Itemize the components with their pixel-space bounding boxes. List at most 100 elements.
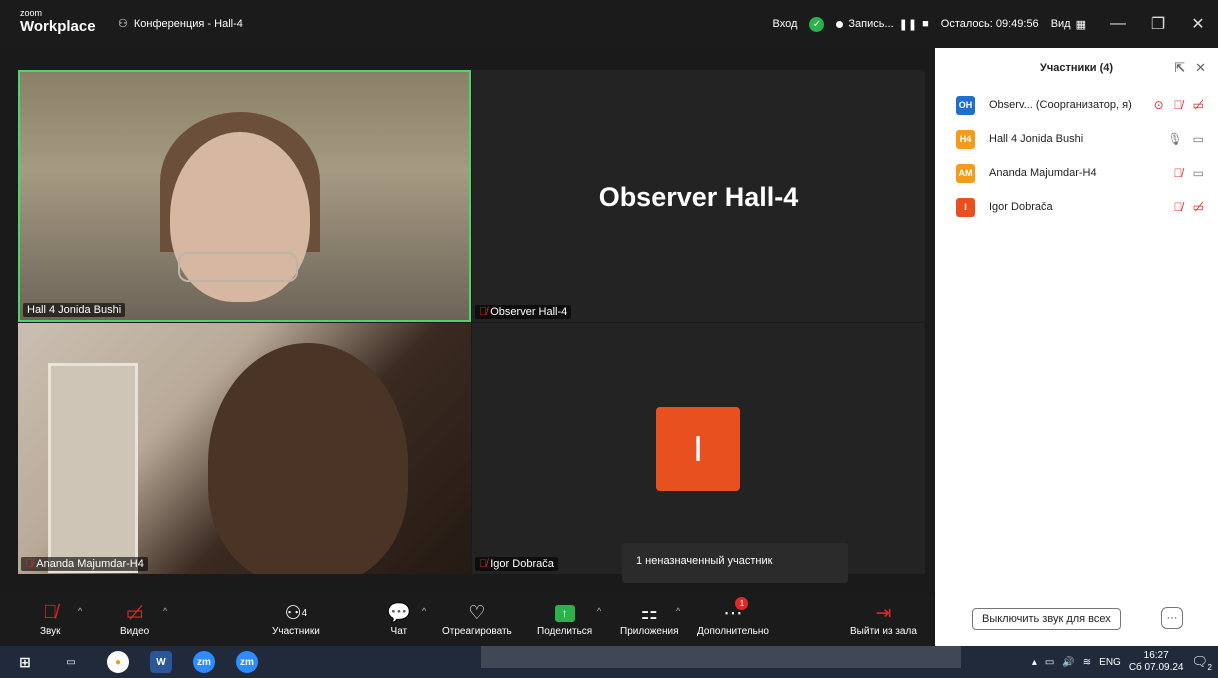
volume-icon[interactable]: 🔊 <box>1062 657 1074 668</box>
mic-muted-icon[interactable]: 🎙̸ <box>1174 166 1183 180</box>
video-icon[interactable]: ▭ <box>1193 132 1204 146</box>
unassigned-tooltip: 1 неназначенный участник <box>622 543 848 583</box>
tile-name-label: 🎙̸ Ananda Majumdar-H4 <box>21 557 148 571</box>
clock-time: 16:27 <box>1143 650 1169 661</box>
audio-options-chevron-icon[interactable]: ^ <box>78 606 82 616</box>
video-tile-jonida[interactable]: Hall 4 Jonida Bushi <box>18 70 471 322</box>
react-button[interactable]: ♡ Отреагировать <box>442 600 512 638</box>
breakout-room-icon: ⚇ <box>118 18 128 30</box>
participant-name: Observ... (Соорганизатор, я) <box>989 99 1132 111</box>
participants-icon: ⚇ 4 <box>284 602 308 624</box>
participant-row[interactable]: OH Observ... (Соорганизатор, я) ⊙ 🎙̸ ▭̸ <box>935 88 1218 122</box>
word-icon[interactable]: W <box>150 651 172 673</box>
video-off-icon[interactable]: ▭̸ <box>1193 200 1204 214</box>
mic-muted-icon[interactable]: 🎙̸ <box>1174 200 1183 214</box>
participants-button[interactable]: ⚇ 4 Участники <box>272 600 320 638</box>
tile-name-text: Observer Hall-4 <box>490 306 568 318</box>
mic-muted-icon: 🎙̸ <box>479 306 488 318</box>
video-options-chevron-icon[interactable]: ^ <box>163 606 167 616</box>
participant-avatar: OH <box>956 95 975 115</box>
mic-muted-icon[interactable]: 🎙̸ <box>1174 98 1183 112</box>
chat-button[interactable]: 💬 Чат <box>387 600 411 637</box>
record-icon: ⊙ <box>1153 98 1164 112</box>
zoom-taskbar-icon[interactable]: zm <box>193 651 215 673</box>
leave-label: Выйти из зала <box>850 626 917 637</box>
chat-label: Чат <box>390 626 408 637</box>
minimize-button[interactable]: — <box>1098 0 1138 48</box>
time-left: Осталось: 09:49:56 <box>941 18 1039 30</box>
participants-title: Участники (4) <box>1039 62 1114 74</box>
video-gallery: Hall 4 Jonida Bushi Observer Hall-4 🎙̸ O… <box>0 48 935 594</box>
apps-options-chevron-icon[interactable]: ^ <box>676 606 680 616</box>
task-view-icon[interactable]: ▭ <box>60 651 82 673</box>
participants-header: Участники (4) ⇱ ✕ <box>935 48 1218 88</box>
zoom-app-window: zoom Workplace ⚇ Конференция - Hall-4 Вх… <box>0 0 1218 678</box>
clock[interactable]: 16:27 Сб 07.09.24 <box>1129 650 1184 674</box>
participant-name: Ananda Majumdar-H4 <box>989 167 1097 179</box>
chat-options-chevron-icon[interactable]: ^ <box>422 606 426 616</box>
participant-avatar: H4 <box>956 129 975 149</box>
network-icon[interactable]: ▭ <box>1045 657 1054 668</box>
titlebar-right: Вход ✓ Запись... ❚❚ ■ Осталось: 09:49:56… <box>773 0 1218 48</box>
tile-name-label: 🎙̸ Observer Hall-4 <box>475 305 572 319</box>
tray-chevron-icon[interactable]: ▴ <box>1032 657 1037 668</box>
participant-row[interactable]: I Igor Dobrača 🎙̸ ▭̸ <box>935 190 1218 224</box>
login-button[interactable]: Вход <box>773 18 798 30</box>
clock-date: Сб 07.09.24 <box>1128 662 1184 673</box>
stop-icon[interactable]: ■ <box>922 18 929 30</box>
security-shield-icon[interactable]: ✓ <box>809 16 825 32</box>
participant-face <box>208 343 408 574</box>
more-icon: ⋯ 1 <box>723 597 749 626</box>
more-options-button[interactable]: ··· <box>1161 607 1183 629</box>
time-left-text: Осталось: 09:49:56 <box>940 18 1039 30</box>
popout-icon[interactable]: ⇱ <box>1174 60 1185 76</box>
share-button[interactable]: ↑ Поделиться <box>537 600 592 637</box>
participant-row[interactable]: AM Ananda Majumdar-H4 🎙̸ ▭ <box>935 156 1218 190</box>
participants-label: Участники <box>272 626 320 637</box>
zoom-taskbar-icon-2[interactable]: zm <box>236 651 258 673</box>
restore-button[interactable]: ❐ <box>1138 0 1178 48</box>
participants-panel: Участники (4) ⇱ ✕ OH Observ... (Сооргани… <box>935 48 1218 646</box>
apps-button[interactable]: ⚏ Приложения <box>620 600 679 638</box>
share-screen-icon: ↑ <box>554 604 575 622</box>
participant-name: Igor Dobrača <box>989 201 1053 213</box>
share-label: Поделиться <box>537 626 593 637</box>
view-button[interactable]: Вид ▦ <box>1051 18 1086 31</box>
observer-display-name: Observer Hall-4 <box>598 182 799 212</box>
participant-row[interactable]: H4 Hall 4 Jonida Bushi 🎙 ▭ <box>935 122 1218 156</box>
system-tray: ▴ ▭ 🔊 ≋ ENG 16:27 Сб 07.09.24 🗨 2 <box>1032 646 1212 678</box>
close-button[interactable]: ✕ <box>1178 0 1218 48</box>
share-options-chevron-icon[interactable]: ^ <box>597 606 601 616</box>
video-tile-observer[interactable]: Observer Hall-4 🎙̸ Observer Hall-4 <box>472 70 925 322</box>
react-label: Отреагировать <box>442 626 512 637</box>
video-tile-ananda[interactable]: 🎙̸ Ananda Majumdar-H4 <box>18 323 471 574</box>
record-dot-icon <box>836 20 844 28</box>
video-tile-igor[interactable]: I 🎙̸ Igor Dobrača <box>472 323 925 574</box>
more-button[interactable]: ⋯ 1 Дополнительно <box>697 597 769 637</box>
windows-start-icon[interactable]: ⊞ <box>14 651 36 673</box>
participant-avatar: AM <box>956 163 975 183</box>
chrome-icon[interactable]: ● <box>107 651 129 673</box>
chat-icon: 💬 <box>387 603 411 624</box>
taskbar-search-area[interactable] <box>481 646 961 668</box>
video-icon[interactable]: ▭ <box>1193 166 1204 180</box>
audio-button[interactable]: 🎙̸ Звук <box>40 600 61 637</box>
mute-all-button[interactable]: Выключить звук для всех <box>972 608 1121 630</box>
wifi-icon[interactable]: ≋ <box>1083 657 1091 668</box>
mic-icon[interactable]: 🎙 <box>1167 132 1182 146</box>
pause-icon[interactable]: ❚❚ <box>899 18 917 31</box>
participant-avatar: I <box>656 407 740 491</box>
view-label: Вид <box>1050 18 1071 30</box>
logo-big-text: Workplace <box>20 18 96 35</box>
close-panel-icon[interactable]: ✕ <box>1195 60 1206 76</box>
notifications-icon[interactable]: 🗨 2 <box>1191 654 1212 672</box>
leave-room-button[interactable]: ⇥ Выйти из зала <box>850 600 917 638</box>
language-indicator[interactable]: ENG <box>1099 657 1121 668</box>
participants-count: 4 <box>301 607 308 619</box>
recording-indicator[interactable]: Запись... ❚❚ ■ <box>836 18 929 31</box>
video-off-icon[interactable]: ▭̸ <box>1193 98 1204 112</box>
video-button[interactable]: ▭̸ Видео <box>120 600 149 638</box>
conference-title-text: Конференция - Hall-4 <box>133 17 243 30</box>
notification-count: 2 <box>1207 663 1212 672</box>
zoom-workplace-logo: zoom Workplace <box>20 9 96 35</box>
